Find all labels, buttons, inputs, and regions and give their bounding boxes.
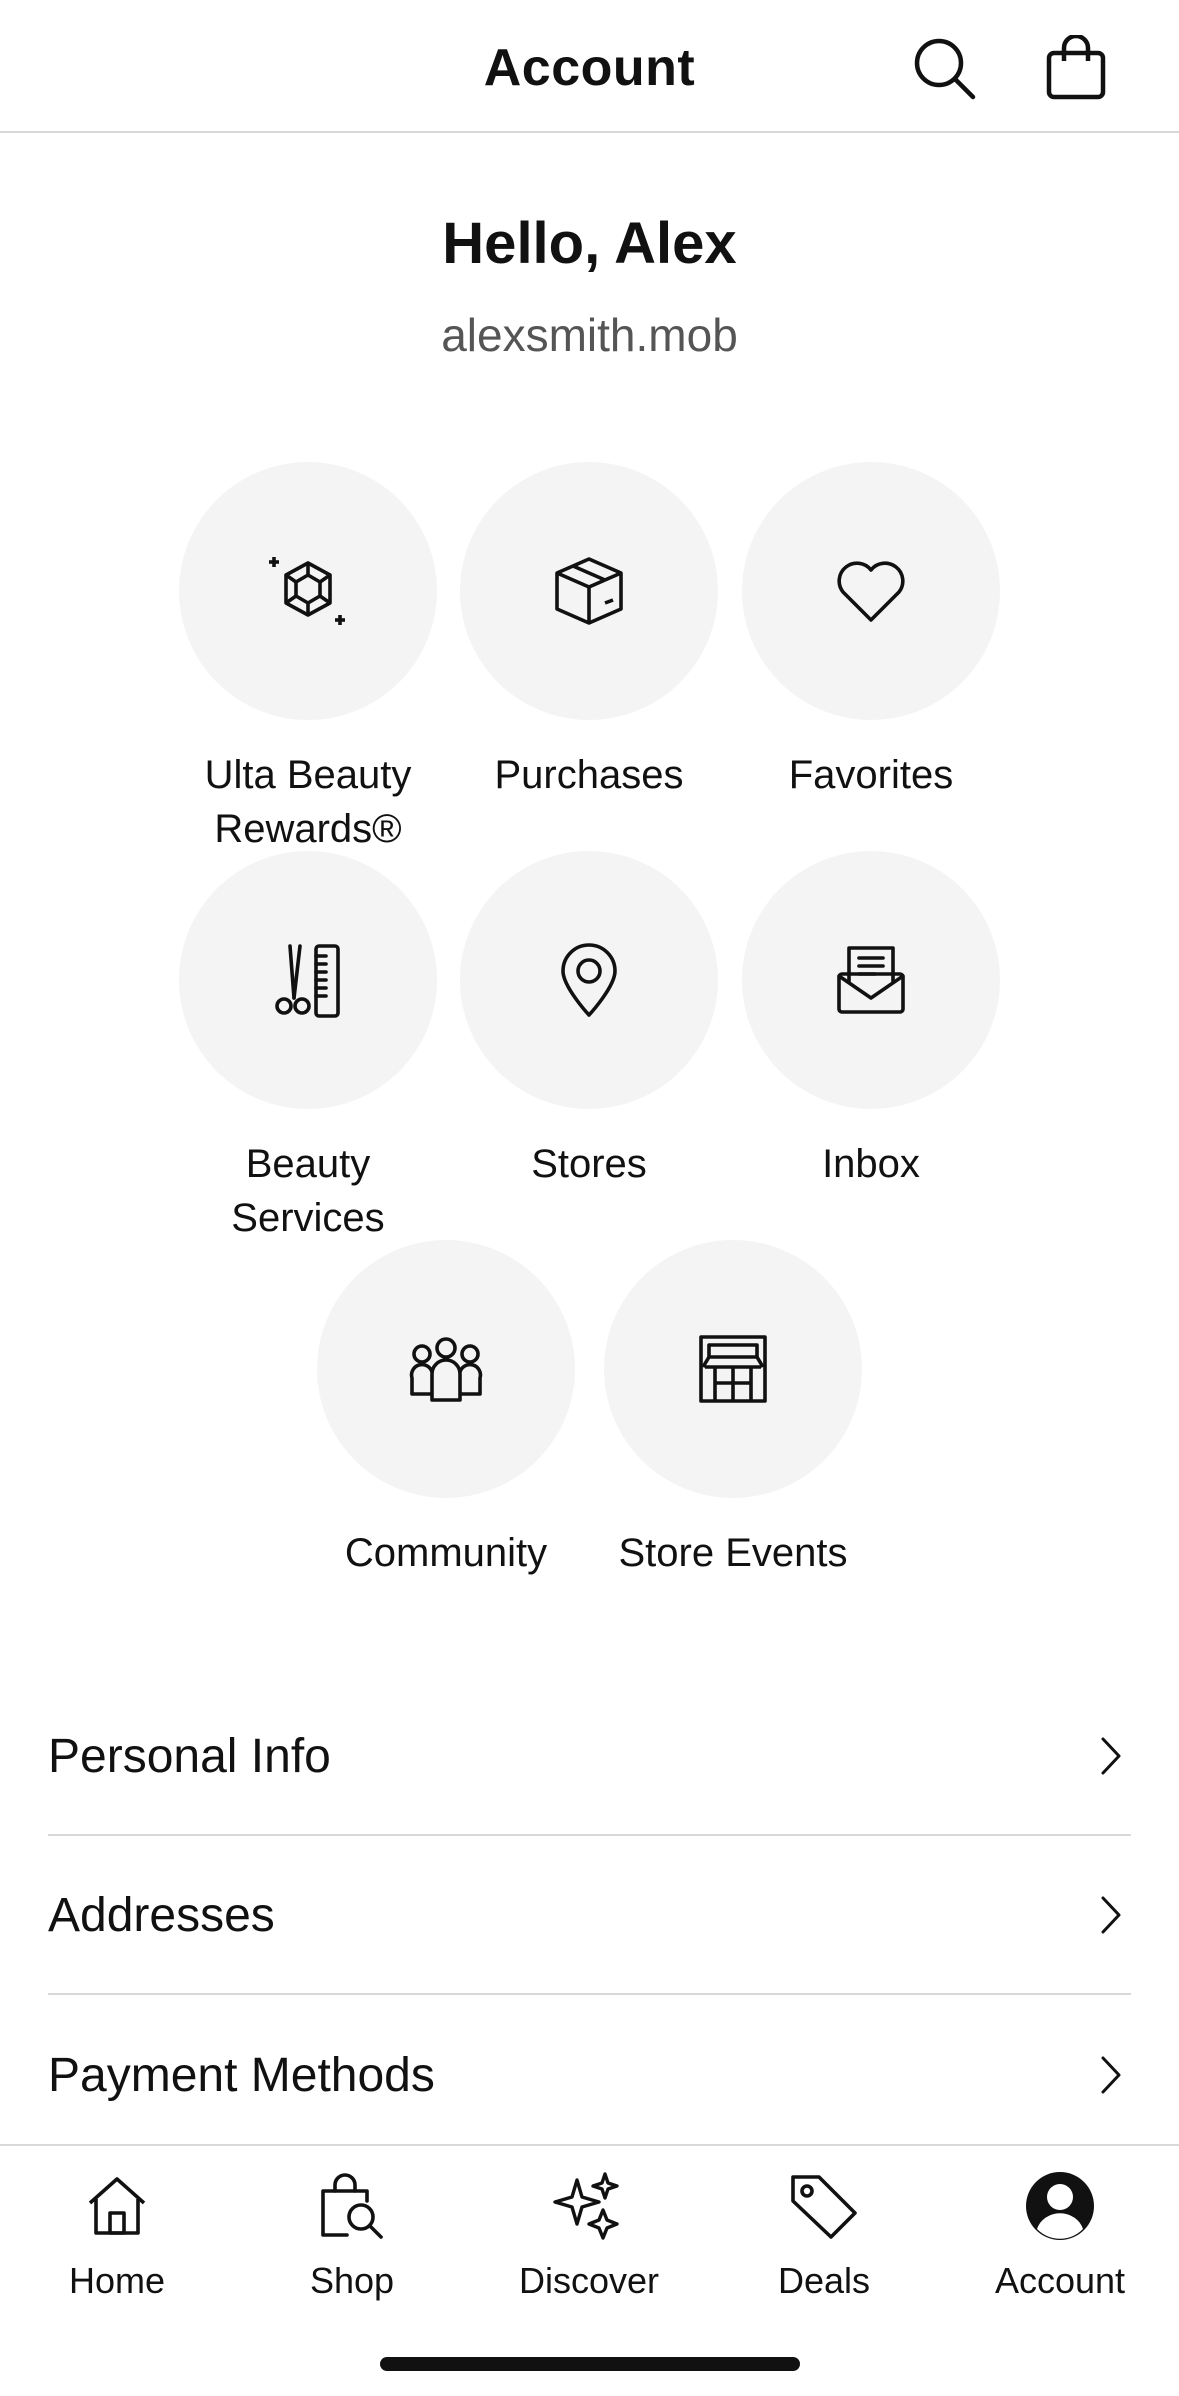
tab-home[interactable]: Home	[17, 2158, 217, 2302]
tile-label: Inbox	[822, 1142, 920, 1186]
tab-label: Account	[994, 2260, 1126, 2301]
tab-discover[interactable]: Discover	[489, 2158, 689, 2302]
tile-label: Beauty Services	[231, 1142, 385, 1240]
rewards-gem-icon	[269, 557, 345, 625]
tile-community[interactable]: Community	[305, 1240, 587, 1580]
tag-icon	[791, 2175, 857, 2239]
chevron-right-icon	[1101, 1896, 1121, 1934]
list-item-label: Payment Methods	[48, 2048, 435, 2102]
search-button[interactable]	[904, 28, 984, 108]
search-icon	[914, 38, 976, 100]
list-item-label: Addresses	[48, 1888, 275, 1942]
envelope-letter-icon	[837, 946, 905, 1014]
tile-stores[interactable]: Stores	[448, 851, 730, 1191]
tab-label: Deals	[777, 2260, 871, 2301]
tile-label: Purchases	[494, 753, 684, 797]
tile-circle	[317, 1240, 575, 1498]
list-item-label: Personal Info	[48, 1729, 331, 1783]
cart-button[interactable]	[1036, 28, 1116, 108]
tile-rewards[interactable]: Ulta Beauty Rewards®	[167, 462, 449, 856]
tile-label: Community	[344, 1531, 548, 1575]
tab-label: Home	[68, 2260, 166, 2301]
tile-label: Stores	[531, 1142, 647, 1186]
tile-purchases[interactable]: Purchases	[448, 462, 730, 802]
location-pin-icon	[561, 943, 617, 1017]
tile-circle	[179, 462, 437, 720]
list-item-personal-info[interactable]: Personal Info	[48, 1678, 1131, 1836]
tab-deals[interactable]: Deals	[724, 2158, 924, 2302]
box-icon	[555, 557, 623, 625]
home-icon	[88, 2177, 146, 2235]
username: alexsmith.mob	[441, 309, 738, 361]
list-item-addresses[interactable]: Addresses	[48, 1837, 1131, 1995]
chevron-right-icon	[1101, 1737, 1121, 1775]
tile-circle	[460, 851, 718, 1109]
tile-circle	[742, 462, 1000, 720]
heart-icon	[837, 561, 905, 622]
shop-bag-search-icon	[321, 2173, 383, 2239]
chevron-right-icon	[1101, 2056, 1121, 2094]
tab-account[interactable]: Account	[960, 2158, 1160, 2302]
scissors-comb-icon	[275, 944, 340, 1018]
tab-shop[interactable]: Shop	[252, 2158, 452, 2302]
tile-label: Store Events	[618, 1531, 848, 1575]
sparkles-icon	[553, 2172, 619, 2240]
storefront-icon	[699, 1335, 767, 1403]
tile-circle	[179, 851, 437, 1109]
greeting: Hello, Alex	[442, 211, 737, 276]
shopping-bag-icon	[1046, 35, 1106, 100]
tab-label: Shop	[309, 2260, 395, 2301]
tile-circle	[460, 462, 718, 720]
tile-circle	[742, 851, 1000, 1109]
people-group-icon	[409, 1337, 483, 1402]
tile-label: Ulta Beauty Rewards®	[204, 753, 412, 851]
top-header: Account	[0, 0, 1179, 133]
tile-label: Favorites	[788, 753, 954, 797]
tab-label: Discover	[518, 2260, 660, 2301]
tile-beauty-services[interactable]: Beauty Services	[167, 851, 449, 1245]
account-circle-icon	[1026, 2172, 1094, 2240]
tile-favorites[interactable]: Favorites	[730, 462, 1012, 802]
list-item-payment-methods[interactable]: Payment Methods	[48, 1996, 1131, 2154]
tile-circle	[604, 1240, 862, 1498]
tile-store-events[interactable]: Store Events	[592, 1240, 874, 1580]
tile-inbox[interactable]: Inbox	[730, 851, 1012, 1191]
page-title: Account	[483, 39, 696, 97]
home-indicator	[380, 2357, 800, 2371]
